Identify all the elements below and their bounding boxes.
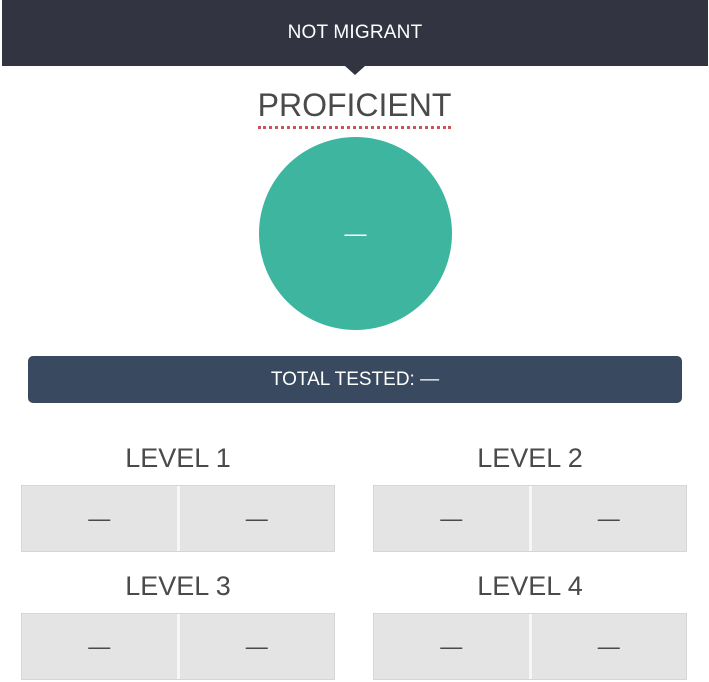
level-4-title: LEVEL 4 [477, 571, 583, 601]
level-1-value-right: — [176, 486, 335, 551]
total-tested-label: TOTAL TESTED: [270, 368, 415, 390]
proficient-circle: — [259, 137, 452, 330]
level-2-title: LEVEL 2 [477, 443, 583, 473]
proficient-title: PROFICIENT [257, 86, 452, 129]
proficient-value: — [344, 220, 367, 246]
level-3-value-right: — [176, 614, 335, 679]
level-1-boxes: — — [21, 485, 335, 552]
total-tested-value: — [420, 368, 440, 390]
proficient-heading: PROFICIENT [0, 86, 709, 129]
level-1-value-left: — [88, 505, 111, 531]
level-3-value-left: — [88, 633, 111, 659]
header-title: NOT MIGRANT [287, 22, 423, 43]
header-pointer [345, 66, 365, 75]
header-banner: NOT MIGRANT [2, 0, 708, 66]
level-4-value-right: — [528, 614, 687, 679]
level-4-boxes: — — [373, 613, 687, 680]
total-tested-bar: TOTAL TESTED: — [28, 356, 682, 403]
level-2-value-left: — [440, 505, 463, 531]
level-2-value-right: — [528, 486, 687, 551]
level-3-title: LEVEL 3 [125, 571, 231, 601]
level-4-value-left: — [440, 633, 463, 659]
level-3-boxes: — — [21, 613, 335, 680]
level-1-title: LEVEL 1 [125, 443, 231, 473]
level-2-boxes: — — [373, 485, 687, 552]
